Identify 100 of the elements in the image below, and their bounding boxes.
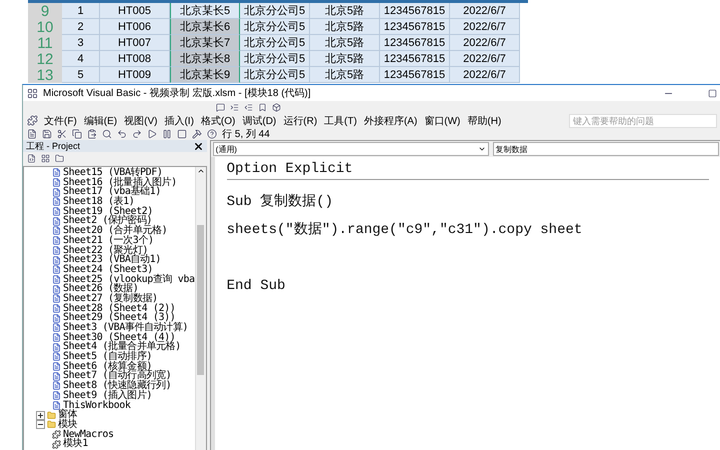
paste-icon[interactable] [87,128,97,138]
puzzle-icon[interactable] [27,115,38,126]
menu-item[interactable]: 插入(I) [163,114,195,128]
search-icon[interactable] [102,128,112,138]
menu-item[interactable]: 窗口(W) [423,114,462,128]
app-icon[interactable] [27,88,38,98]
sheet-icon [52,314,61,323]
procedure-dropdown[interactable]: 复制数据 [492,142,719,156]
tree-item[interactable]: Sheet27 (复制数据) [63,294,158,304]
sheet-icon [52,342,61,352]
hammer-icon[interactable] [192,128,202,138]
table-cell: 2022/6/7 [450,35,520,51]
table-cell: 北京5路 [310,3,380,19]
save-icon[interactable] [42,128,52,138]
tree-item[interactable]: Sheet16 (批量插入图片) [63,178,177,188]
sheet-icon [52,226,61,236]
copy-icon[interactable] [72,128,82,138]
view-code-icon[interactable] [27,154,36,163]
menu-item[interactable]: 调试(D) [241,114,278,128]
tree-item[interactable]: Sheet25 (vlookup查询 vba [63,274,195,284]
sheet-icon [52,178,61,188]
sheet-icon [52,391,61,400]
table-cell: HT008 [100,51,170,67]
sheet-icon [52,362,61,372]
close-icon[interactable] [192,140,204,152]
stop-icon[interactable] [177,128,187,138]
view-object-icon[interactable] [41,154,50,163]
tree-item[interactable]: Sheet3 (VBA事件自动计算) [63,323,188,333]
pause-icon[interactable] [162,128,172,138]
table-cell: 1234567815 [380,67,450,83]
expand-toggle[interactable] [36,410,45,420]
sheet-icon [52,381,61,390]
tree-item[interactable]: Sheet26 (数据) [63,284,138,294]
sheet-icon [52,207,61,216]
menu-item[interactable]: 格式(O) [200,114,236,128]
tree-item[interactable]: Sheet5 (自动排序) [63,352,152,362]
table-cell: 5 [62,67,100,83]
tree-item[interactable]: Sheet24 (Sheet3) [63,264,153,275]
tree-item[interactable]: 模块 [58,420,78,430]
table-cell: HT005 [100,3,170,19]
box-icon[interactable] [272,103,281,112]
menu-item[interactable]: 编辑(E) [82,114,118,128]
table-cell: 3 [62,35,100,51]
table-cell: 北京分公司5 [240,3,310,19]
tree-item[interactable]: Sheet30 (Sheet4 (4)) [63,332,176,342]
cursor-position: 行 5, 列 44 [222,128,270,140]
undo-icon[interactable] [117,128,127,138]
outdent-icon[interactable] [244,103,253,112]
tree-item[interactable]: Sheet19 (Sheet2) [63,206,153,216]
scrollbar[interactable] [194,167,206,450]
tree-item[interactable]: Sheet18 (表1) [63,197,134,207]
comment-icon[interactable] [216,103,225,112]
table-cell: HT007 [100,35,170,51]
collapse-toggle[interactable] [36,420,45,430]
sheet-icon [52,246,61,255]
sheet-icon [52,168,61,178]
bookmark-icon[interactable] [258,103,267,112]
tree-item[interactable]: Sheet22 (聚光灯) [63,246,148,256]
help-icon[interactable] [207,128,217,138]
tree-item[interactable]: 模块1 [63,439,88,449]
sheet-icon [52,274,61,284]
tree-item[interactable]: Sheet9 (插入图片) [63,390,152,401]
menu-item[interactable]: 运行(R) [282,114,318,128]
menu-item[interactable]: 视图(V) [123,114,158,128]
table-cell: HT006 [100,19,170,35]
redo-icon[interactable] [132,128,142,138]
sheet-icon [52,352,61,362]
tree-item[interactable]: 窗体 [58,410,78,420]
table-cell: 1234567815 [380,51,450,67]
cut-icon[interactable] [57,128,67,138]
sheet-icon [52,372,61,381]
maximize-icon[interactable] [708,88,717,98]
table-cell: 2 [62,19,100,35]
indent-icon[interactable] [230,103,239,112]
tree-item[interactable]: Sheet6 (核算金额) [63,362,152,372]
run-icon[interactable] [147,128,157,138]
table-cell: 1234567815 [380,19,450,35]
tree-item[interactable]: Sheet21 (一次3个) [63,236,154,246]
object-dropdown[interactable]: (通用) [212,142,489,156]
help-search-field[interactable]: 键入需要帮助的问题 [569,114,717,128]
menu-item[interactable]: 文件(F) [43,114,78,128]
scroll-up-icon[interactable] [196,167,205,175]
sheet-icon [52,284,61,294]
menu-item[interactable]: 外接程序(A) [362,114,418,128]
document-icon[interactable] [27,128,37,138]
menu-item[interactable]: 帮助(H) [466,114,502,128]
tree-item[interactable]: Sheet20 (合并单元格) [63,226,168,236]
module-icon [52,430,61,439]
menu-item[interactable]: 工具(T) [323,114,358,128]
table-cell: 北京分公司5 [240,19,310,35]
tree-item[interactable]: Sheet8 (快速隐藏行列) [63,381,172,391]
table-cell: 北京5路 [310,51,380,67]
tree-item[interactable]: ThisWorkbook [63,400,130,410]
tree-item[interactable]: Sheet15 (VBA转PDF) [63,168,163,178]
folder-icon[interactable] [55,154,64,163]
tree-item[interactable]: Sheet28 (Sheet4 (2)) [63,304,176,314]
code-editor[interactable]: Option Explicit Sub 复制数据() sheets("数据").range("c9","c31").copy sheet End Sub [210,157,720,450]
sheet-icon [52,197,61,206]
tree-item[interactable]: Sheet23 (VBA自动1) [63,255,161,265]
table-cell: 2022/6/7 [450,3,520,19]
